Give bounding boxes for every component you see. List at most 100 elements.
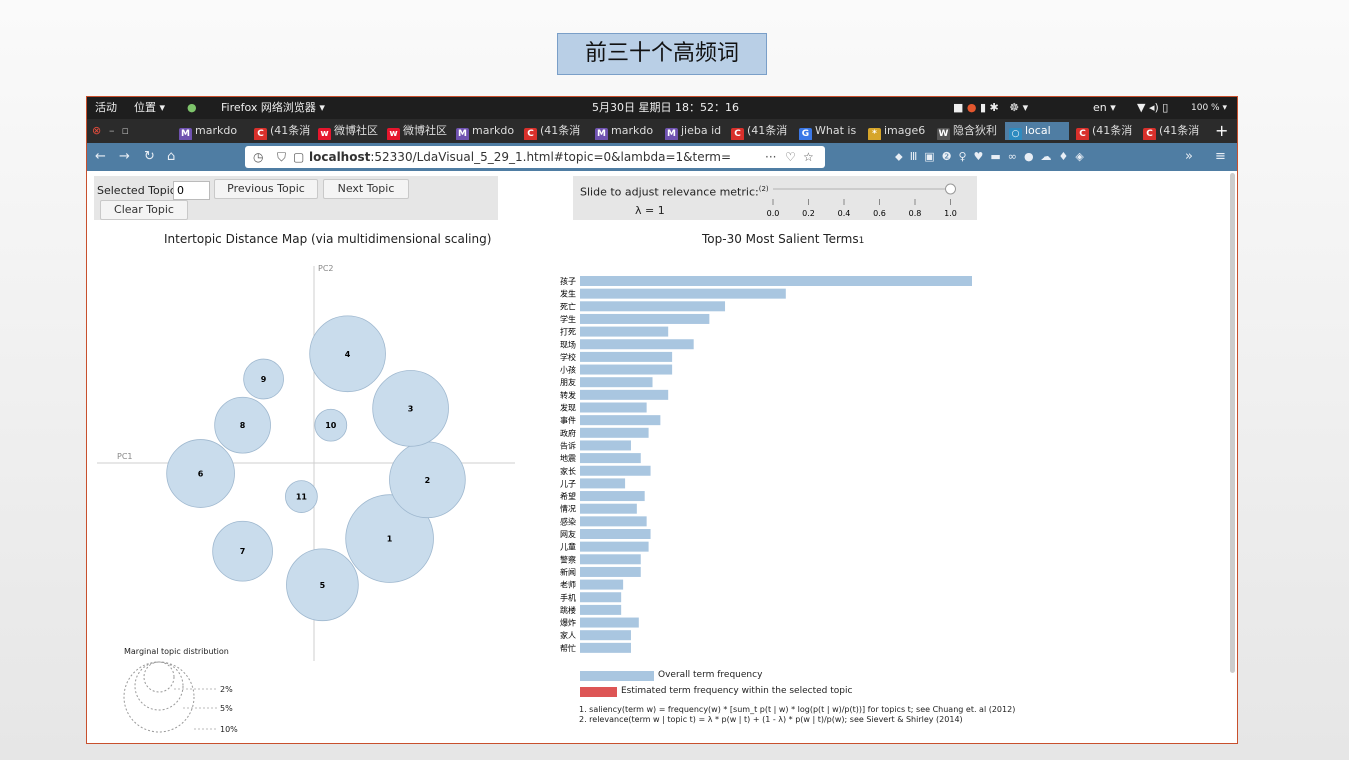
- browser-tab[interactable]: Mmarkdo: [595, 122, 655, 140]
- home-icon[interactable]: ⌂: [167, 148, 175, 166]
- browser-tab[interactable]: w 微博社区: [387, 122, 449, 140]
- term-bar[interactable]: [580, 313, 710, 324]
- page-actions-icon[interactable]: ···: [765, 146, 776, 168]
- browser-tab[interactable]: * image6: [868, 122, 930, 140]
- term-bar[interactable]: [580, 326, 669, 337]
- term-bar[interactable]: [580, 364, 673, 375]
- browser-tab[interactable]: W 隐含狄利: [937, 122, 999, 140]
- term-bar[interactable]: [580, 288, 786, 299]
- pocket-icon[interactable]: ♡: [785, 146, 796, 168]
- term-bar[interactable]: [580, 516, 647, 527]
- browser-tab[interactable]: Mmarkdo: [179, 122, 239, 140]
- term-label[interactable]: 希望: [560, 491, 576, 501]
- term-label[interactable]: 新闻: [560, 567, 576, 577]
- term-label[interactable]: 家长: [560, 466, 576, 476]
- term-bar[interactable]: [580, 579, 624, 590]
- term-bar[interactable]: [580, 630, 631, 641]
- browser-tab[interactable]: C (41条消: [731, 122, 791, 140]
- browser-tab[interactable]: C (41条消: [1143, 122, 1203, 140]
- term-bar[interactable]: [580, 453, 641, 464]
- term-bar[interactable]: [580, 503, 637, 514]
- term-bar[interactable]: [580, 566, 641, 577]
- clear-topic-button[interactable]: Clear Topic: [100, 200, 188, 220]
- clock[interactable]: 5月30日 星期日 18：52：16: [592, 97, 739, 119]
- term-bar[interactable]: [580, 402, 647, 413]
- term-label[interactable]: 告诉: [560, 440, 576, 450]
- term-label[interactable]: 现场: [560, 340, 576, 349]
- back-icon[interactable]: ←: [95, 148, 106, 166]
- selected-topic-input[interactable]: 0: [173, 181, 210, 200]
- term-bar[interactable]: [580, 339, 694, 350]
- url-bar[interactable]: ◷ ⛉ ▢ localhost:52330/LdaVisual_5_29_1.h…: [245, 146, 825, 168]
- term-label[interactable]: 老师: [560, 580, 576, 590]
- term-label[interactable]: 网友: [560, 529, 576, 539]
- window-minimize-icon[interactable]: – ▫: [109, 122, 129, 140]
- term-label[interactable]: 警察: [560, 554, 576, 564]
- term-label[interactable]: 帮忙: [560, 643, 576, 653]
- scrollbar[interactable]: [1230, 173, 1235, 673]
- relevance-slider[interactable]: 0.0 0.2 0.4 0.6 0.8 1.0: [763, 180, 973, 220]
- battery-indicator[interactable]: 100 % ▾: [1191, 97, 1227, 119]
- extension-icons[interactable]: ⬥ Ⅲ ▣ ❷ ♀ ♥ ▬ ∞ ● ☁ ♦ ◈: [895, 148, 1084, 166]
- term-label[interactable]: 打死: [560, 327, 576, 337]
- term-bar[interactable]: [580, 491, 645, 502]
- next-topic-button[interactable]: Next Topic: [323, 179, 409, 199]
- term-bar[interactable]: [580, 529, 651, 539]
- term-bar[interactable]: [580, 478, 626, 489]
- browser-tab[interactable]: C (41条消: [1076, 122, 1136, 140]
- term-bar[interactable]: [580, 604, 622, 615]
- term-bar[interactable]: [580, 276, 972, 286]
- term-bar[interactable]: [580, 301, 726, 312]
- term-label[interactable]: 家人: [560, 630, 576, 640]
- term-bar[interactable]: [580, 642, 631, 653]
- network-volume-icons[interactable]: ▼ ◂) ▯: [1137, 97, 1168, 119]
- term-bar[interactable]: [580, 592, 622, 603]
- tray-icons[interactable]: ■ ● ▮ ✱ ☸ ▾: [953, 97, 1028, 119]
- browser-tab[interactable]: C (41条消: [254, 122, 314, 140]
- reload-icon[interactable]: ↻: [144, 148, 155, 166]
- term-label[interactable]: 孩子: [560, 276, 576, 286]
- term-label[interactable]: 情况: [560, 504, 576, 514]
- term-bar[interactable]: [580, 554, 641, 565]
- new-tab-button[interactable]: +: [1215, 122, 1228, 140]
- term-label[interactable]: 死亡: [560, 301, 576, 311]
- term-bar[interactable]: [580, 541, 649, 552]
- term-label[interactable]: 发现: [560, 403, 576, 413]
- term-label[interactable]: 政府: [560, 428, 576, 438]
- language-indicator[interactable]: en ▾: [1093, 97, 1116, 119]
- browser-tab[interactable]: Mjieba id: [665, 122, 725, 140]
- browser-tab[interactable]: Mmarkdo: [456, 122, 516, 140]
- overflow-menu-icon[interactable]: »: [1185, 148, 1193, 166]
- term-label[interactable]: 地震: [560, 453, 576, 463]
- term-bar[interactable]: [580, 465, 651, 476]
- term-label[interactable]: 事件: [560, 415, 576, 425]
- term-label[interactable]: 感染: [560, 516, 576, 526]
- term-label[interactable]: 爆炸: [560, 618, 576, 628]
- term-bar[interactable]: [580, 377, 653, 388]
- term-label[interactable]: 儿子: [560, 479, 576, 488]
- term-label[interactable]: 发生: [560, 289, 576, 299]
- wechat-icon[interactable]: ●: [187, 97, 197, 119]
- hamburger-menu-icon[interactable]: ≡: [1215, 148, 1226, 166]
- places-menu[interactable]: 位置 ▾: [134, 97, 165, 119]
- term-label[interactable]: 手机: [560, 592, 576, 602]
- term-bar[interactable]: [580, 440, 631, 451]
- term-bar[interactable]: [580, 427, 649, 438]
- term-bar[interactable]: [580, 617, 639, 628]
- term-bar[interactable]: [580, 351, 673, 362]
- browser-tab[interactable]: ○ local: [1005, 122, 1069, 140]
- browser-tab[interactable]: C (41条消: [524, 122, 586, 140]
- term-label[interactable]: 儿童: [560, 542, 576, 552]
- bookmark-star-icon[interactable]: ☆: [803, 146, 814, 168]
- previous-topic-button[interactable]: Previous Topic: [214, 179, 318, 199]
- term-label[interactable]: 跳楼: [560, 605, 576, 615]
- activities-button[interactable]: 活动: [95, 97, 117, 119]
- browser-tab[interactable]: w 微博社区: [318, 122, 380, 140]
- term-label[interactable]: 朋友: [560, 377, 576, 387]
- browser-tab[interactable]: G What is: [799, 122, 861, 140]
- term-bar[interactable]: [580, 415, 661, 426]
- term-label[interactable]: 学生: [560, 314, 576, 324]
- forward-icon[interactable]: →: [119, 148, 130, 166]
- shield-icon[interactable]: ⛉: [277, 146, 286, 168]
- firefox-app-menu[interactable]: Firefox 网络浏览器 ▾: [221, 97, 325, 119]
